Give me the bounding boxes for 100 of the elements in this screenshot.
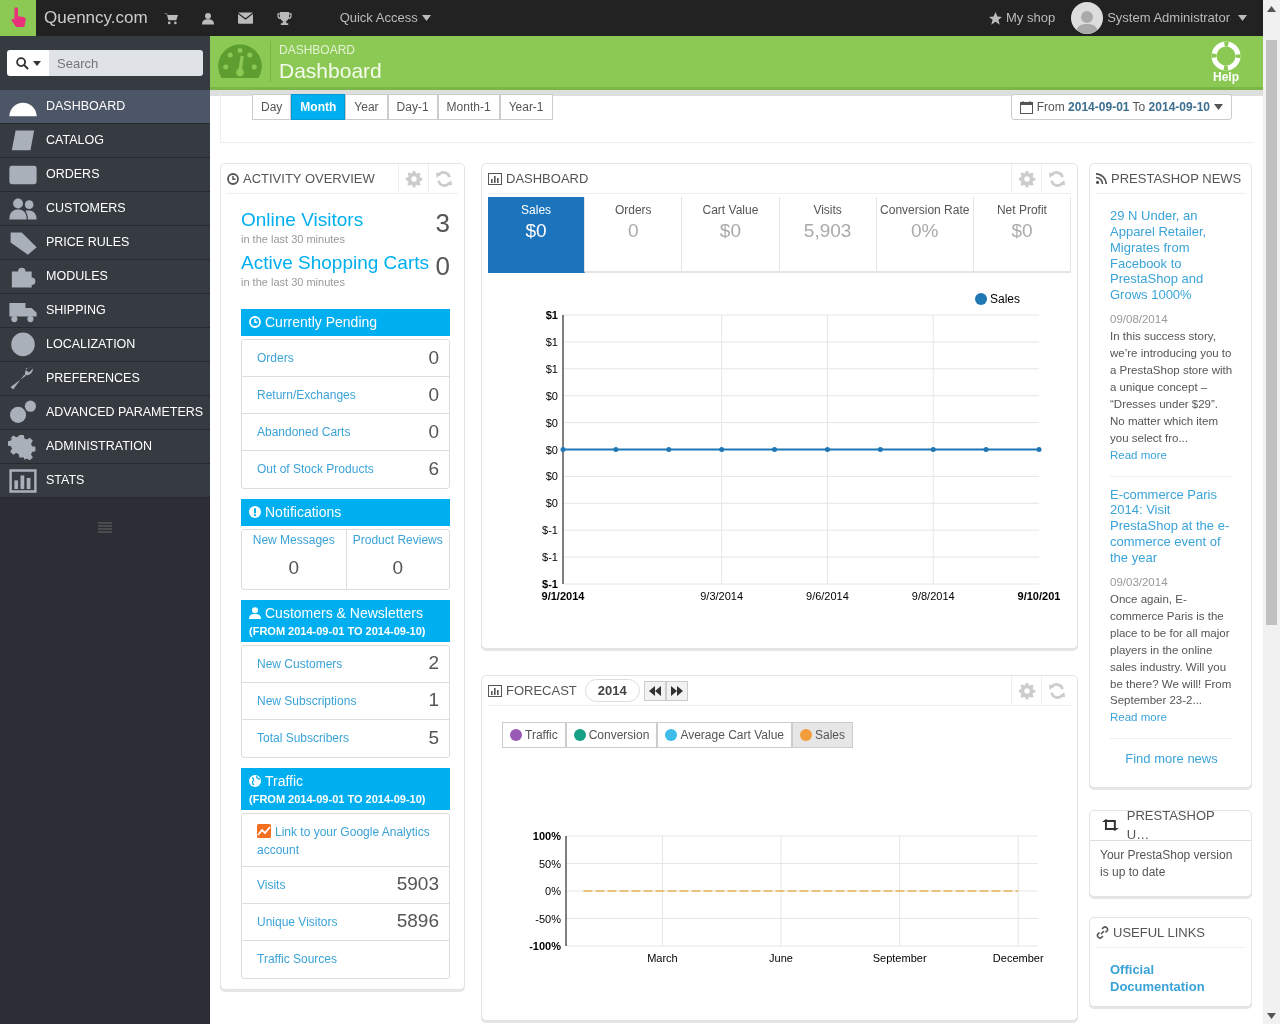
settings-icon — [404, 169, 423, 188]
sidebar-item[interactable]: PREFERENCES — [0, 362, 210, 396]
year-selector[interactable]: 2014 — [584, 678, 640, 703]
scrollbar[interactable] — [1263, 0, 1280, 1024]
axis-label: June — [769, 952, 793, 964]
scroll-up-icon[interactable] — [1267, 6, 1276, 12]
notification-count: 0 — [287, 556, 301, 581]
bar-chart-icon — [488, 684, 502, 697]
sidebar-item[interactable]: CUSTOMERS — [0, 192, 210, 226]
stat-caption: in the last 30 minutes — [241, 275, 346, 291]
rewind-icon — [648, 685, 661, 696]
stat-value: 6 — [428, 457, 439, 482]
stat-value: 5903 — [396, 872, 439, 897]
stat-title: Active Shopping Carts — [241, 253, 429, 275]
period-tab[interactable]: Year-1 — [499, 94, 553, 120]
panel-title: PRESTASHOP U… — [1126, 806, 1216, 845]
news-date: 09/08/2014 — [1110, 312, 1169, 328]
update-status: Your PrestaShop version is up to date — [1099, 846, 1234, 882]
quick-access-menu[interactable]: Quick Access — [339, 8, 431, 28]
sidebar-item[interactable]: CATALOG — [0, 124, 210, 158]
star-icon — [989, 11, 1003, 25]
sidebar-item[interactable]: MODULES — [0, 260, 210, 294]
brand-name[interactable]: Quenncy.com — [44, 5, 148, 31]
calendar-icon — [1019, 100, 1033, 114]
data-point — [719, 447, 725, 452]
search-field[interactable]: Search — [49, 50, 203, 76]
data-point — [560, 447, 566, 452]
data-point — [772, 447, 778, 452]
stat-value: 0 — [428, 382, 439, 407]
caret-icon — [1214, 104, 1223, 110]
panel-title: PRESTASHOP NEWS — [1111, 169, 1242, 188]
scrollbar-thumb[interactable] — [1266, 40, 1277, 625]
refresh-icon — [1047, 681, 1066, 700]
envelope-icon — [237, 12, 253, 24]
axis-label: 9/3/2014 — [700, 590, 744, 602]
kpi-tab[interactable]: Sales $0 — [488, 197, 586, 273]
cart-icon — [163, 11, 178, 25]
series-toggle[interactable]: Conversion — [565, 722, 658, 748]
kpi-tab[interactable]: Cart Value $0 — [682, 197, 780, 273]
analytics-icon — [257, 823, 271, 838]
sidebar-item[interactable]: ORDERS — [0, 158, 210, 192]
axis-label: March — [647, 952, 678, 964]
kpi-tab[interactable]: Visits 5,903 — [779, 197, 877, 273]
sidebar-item[interactable]: SHIPPING — [0, 294, 210, 328]
data-point — [613, 447, 619, 452]
previous-button[interactable] — [643, 680, 666, 701]
fast-forward-icon — [670, 685, 683, 696]
series-toggle[interactable]: Sales — [792, 722, 854, 748]
sidebar-item[interactable]: LOCALIZATION — [0, 328, 210, 362]
data-point — [824, 447, 830, 452]
search-icon — [15, 56, 29, 70]
news-date: 09/03/2014 — [1110, 574, 1169, 590]
caret-icon — [1238, 15, 1247, 21]
period-tab[interactable]: Day-1 — [387, 94, 438, 120]
search-button[interactable] — [7, 50, 49, 76]
data-point — [877, 447, 883, 452]
date-range-picker[interactable]: From 2014-09-01 To 2014-09-10 — [1010, 94, 1232, 120]
scroll-down-icon[interactable] — [1267, 1013, 1276, 1019]
axis-label: $-1 — [542, 578, 558, 590]
sidebar-item[interactable]: STATS — [0, 464, 210, 498]
sidebar-item[interactable]: PRICE RULES — [0, 226, 210, 260]
user-menu[interactable]: System Administrator — [1107, 8, 1247, 28]
kpi-tab[interactable]: Orders 0 — [585, 197, 683, 273]
stat-value: 1 — [428, 688, 439, 713]
axis-label: 100% — [532, 830, 561, 842]
caret-icon — [32, 60, 41, 66]
user-icon — [249, 607, 261, 620]
section-title: Traffic — [265, 771, 304, 791]
refresh-icon — [434, 169, 453, 188]
stat-caption: in the last 30 minutes — [241, 231, 346, 247]
stat-value: 5 — [428, 725, 439, 750]
axis-label: 9/10/201 — [1017, 590, 1061, 602]
axis-label: 9/6/2014 — [806, 590, 849, 602]
sidebar-item[interactable]: ADMINISTRATION — [0, 430, 210, 464]
axis-label: December — [992, 952, 1044, 964]
sidebar-item[interactable]: DASHBOARD — [0, 90, 210, 124]
clock-icon — [227, 172, 239, 185]
period-tab[interactable]: Year — [345, 94, 388, 120]
axis-label: $1 — [545, 335, 558, 348]
kpi-tab[interactable]: Net Profit $0 — [973, 197, 1072, 273]
user-icon — [201, 11, 214, 25]
series-toggle[interactable]: Average Cart Value — [657, 722, 792, 748]
hand-icon — [9, 7, 27, 29]
legend-label: Sales — [990, 292, 1021, 306]
my-shop-link[interactable]: My shop — [989, 8, 1056, 28]
next-button[interactable] — [665, 680, 688, 701]
section-title: Customers & Newsletters — [265, 603, 423, 623]
stat-value: 0 — [428, 345, 439, 370]
axis-label: -100% — [529, 940, 561, 952]
sidebar-item[interactable]: ADVANCED PARAMETERS — [0, 396, 210, 430]
series-toggle[interactable]: Traffic — [502, 722, 566, 748]
axis-label: $1 — [545, 362, 558, 375]
period-tab[interactable]: Month-1 — [437, 94, 500, 120]
refresh-icon — [1047, 169, 1066, 188]
kpi-tab[interactable]: Conversion Rate 0% — [876, 197, 974, 273]
axis-label: $-1 — [542, 551, 558, 564]
axis-label: $0 — [545, 470, 558, 483]
data-point — [983, 447, 989, 452]
period-tab[interactable]: Day — [252, 94, 292, 120]
panel-title: FORECAST — [506, 681, 577, 700]
